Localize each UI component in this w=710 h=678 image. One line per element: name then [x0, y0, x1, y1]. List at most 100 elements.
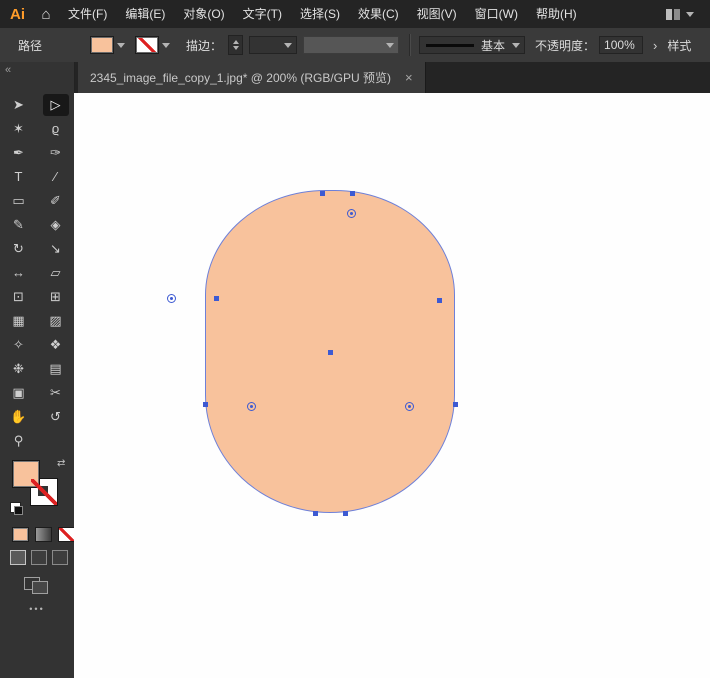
shape-builder-tool[interactable]: ⊡ — [6, 286, 32, 308]
chevron-down-icon — [284, 42, 293, 48]
default-fill-stroke-icon[interactable] — [10, 502, 23, 515]
stroke-style-label: 基本 — [481, 38, 506, 53]
corner-widget[interactable] — [346, 208, 356, 218]
anchor-point[interactable] — [213, 295, 219, 301]
selection-tool[interactable]: ➤ — [6, 94, 32, 116]
anchor-point[interactable] — [342, 510, 348, 516]
menu-item-5[interactable]: 效果(C) — [349, 0, 408, 28]
center-point[interactable] — [327, 349, 333, 355]
width-tool[interactable]: ↔ — [6, 262, 32, 284]
stroke-weight-dropdown[interactable] — [249, 36, 298, 54]
corner-widget[interactable] — [404, 401, 414, 411]
chevron-down-icon — [512, 42, 521, 48]
direct-selection-tool[interactable]: ▷ — [42, 94, 69, 116]
menu-bar: Ai ⌂ 文件(F) 编辑(E) 对象(O) 文字(T) 选择(S) 效果(C) 视图(V)… — [0, 0, 710, 29]
color-button[interactable] — [12, 527, 29, 542]
slice-tool[interactable]: ✂ — [43, 382, 69, 404]
swap-fill-stroke-icon[interactable]: ⇄ — [57, 458, 65, 469]
tools-panel: « ➤ ▷ ✶ ϱ ✒ ✑ T ∕ ▭ ✐ ✎ ◈ ↻ ↘ ↔ ▱ ⊡ ⊞ ▦ ▨ ✧ ❖ ❉ ▤ ▣ ✂ ✋ ↺ ⚲ ⇄ ••• — [0, 62, 75, 678]
eyedropper-tool[interactable]: ✧ — [6, 334, 32, 356]
menu-item-3[interactable]: 文字(T) — [234, 0, 291, 28]
chevron-down-icon — [686, 11, 694, 17]
draw-behind-button[interactable] — [31, 550, 47, 565]
stepper-down-icon[interactable] — [232, 46, 239, 50]
gradient-button[interactable] — [35, 527, 52, 542]
corner-widget[interactable] — [246, 401, 256, 411]
anchor-point[interactable] — [452, 401, 458, 407]
corner-widget[interactable] — [166, 293, 176, 303]
opacity-input[interactable]: 100% — [599, 36, 644, 54]
menu-item-2[interactable]: 对象(O) — [174, 0, 233, 28]
edit-toolbar-ellipsis[interactable]: ••• — [0, 604, 74, 614]
stroke-color-control[interactable] — [135, 36, 171, 54]
anchor-point[interactable] — [319, 190, 325, 196]
artboard-tool[interactable]: ▣ — [6, 382, 32, 404]
gradient-tool[interactable]: ▨ — [43, 310, 69, 332]
fill-stroke-indicator: ⇄ — [0, 458, 74, 522]
menu-item-4[interactable]: 选择(S) — [291, 0, 349, 28]
menu-item-1[interactable]: 编辑(E) — [116, 0, 174, 28]
stroke-none-swatch[interactable] — [135, 36, 160, 54]
main-menu: 文件(F) 编辑(E) 对象(O) 文字(T) 选择(S) 效果(C) 视图(V) 窗口(W)… — [59, 0, 586, 28]
menu-item-7[interactable]: 窗口(W) — [466, 0, 527, 28]
context-label: 路径 — [18, 38, 43, 53]
scale-tool[interactable]: ↘ — [43, 238, 69, 260]
document-tab-bar: 2345_image_file_copy_1.jpg* @ 200% (RGB/… — [74, 62, 710, 93]
stepper-up-icon[interactable] — [232, 40, 239, 44]
more-options-chevron[interactable]: › — [653, 38, 657, 53]
free-transform-tool[interactable]: ▱ — [43, 262, 69, 284]
paintbrush-tool[interactable]: ✐ — [43, 190, 69, 212]
rectangle-tool[interactable]: ▭ — [6, 190, 32, 212]
hand-tool[interactable]: ✋ — [6, 406, 32, 428]
style-label: 样式 — [667, 38, 692, 53]
close-icon[interactable]: × — [405, 70, 413, 85]
mesh-tool[interactable]: ▦ — [6, 310, 32, 332]
menu-item-0[interactable]: 文件(F) — [59, 0, 116, 28]
document-tab-title: 2345_image_file_copy_1.jpg* @ 200% (RGB/… — [90, 71, 391, 85]
draw-normal-button[interactable] — [10, 550, 26, 565]
pencil-tool[interactable]: ✎ — [6, 214, 32, 236]
opacity-value: 100% — [604, 38, 635, 52]
separator — [409, 34, 412, 56]
stroke-style-dropdown[interactable]: 基本 — [419, 36, 526, 54]
rotate-tool[interactable]: ↻ — [6, 238, 32, 260]
type-tool[interactable]: T — [6, 166, 32, 188]
blend-tool[interactable]: ❖ — [43, 334, 69, 356]
menu-item-6[interactable]: 视图(V) — [408, 0, 466, 28]
brush-definition-dropdown[interactable] — [303, 36, 400, 54]
chevron-down-icon — [162, 42, 171, 48]
chevron-down-icon — [117, 42, 126, 48]
anchor-point[interactable] — [202, 401, 208, 407]
zoom-tool[interactable]: ⚲ — [6, 430, 32, 452]
perspective-grid-tool[interactable]: ⊞ — [43, 286, 69, 308]
column-graph-tool[interactable]: ▤ — [43, 358, 69, 380]
canvas[interactable] — [74, 93, 710, 678]
home-icon[interactable]: ⌂ — [33, 6, 59, 23]
lasso-tool[interactable]: ϱ — [43, 118, 69, 140]
collapse-panel-icon[interactable]: « — [5, 64, 11, 76]
rotate-view-tool[interactable]: ↺ — [43, 406, 69, 428]
draw-mode-row — [10, 550, 68, 565]
eraser-tool[interactable]: ◈ — [43, 214, 69, 236]
app-logo[interactable]: Ai — [0, 6, 33, 23]
anchor-point[interactable] — [312, 510, 318, 516]
apply-color-row — [12, 527, 75, 542]
workspace-switcher[interactable] — [666, 8, 710, 20]
fill-swatch[interactable] — [90, 36, 115, 54]
symbol-sprayer-tool[interactable]: ❉ — [6, 358, 32, 380]
magic-wand-tool[interactable]: ✶ — [6, 118, 32, 140]
anchor-point[interactable] — [436, 297, 442, 303]
none-button[interactable] — [58, 527, 75, 542]
curvature-tool[interactable]: ✑ — [43, 142, 69, 164]
document-tab[interactable]: 2345_image_file_copy_1.jpg* @ 200% (RGB/… — [78, 62, 426, 93]
line-segment-tool[interactable]: ∕ — [43, 166, 69, 188]
stroke-proxy[interactable] — [30, 478, 58, 506]
pen-tool[interactable]: ✒ — [6, 142, 32, 164]
opacity-label: 不透明度： — [535, 38, 596, 53]
stroke-weight-stepper[interactable] — [228, 35, 244, 55]
draw-inside-button[interactable] — [52, 550, 68, 565]
menu-item-8[interactable]: 帮助(H) — [527, 0, 586, 28]
change-screen-mode-button[interactable] — [24, 577, 48, 594]
fill-color-control[interactable] — [90, 36, 126, 54]
anchor-point[interactable] — [349, 190, 355, 196]
